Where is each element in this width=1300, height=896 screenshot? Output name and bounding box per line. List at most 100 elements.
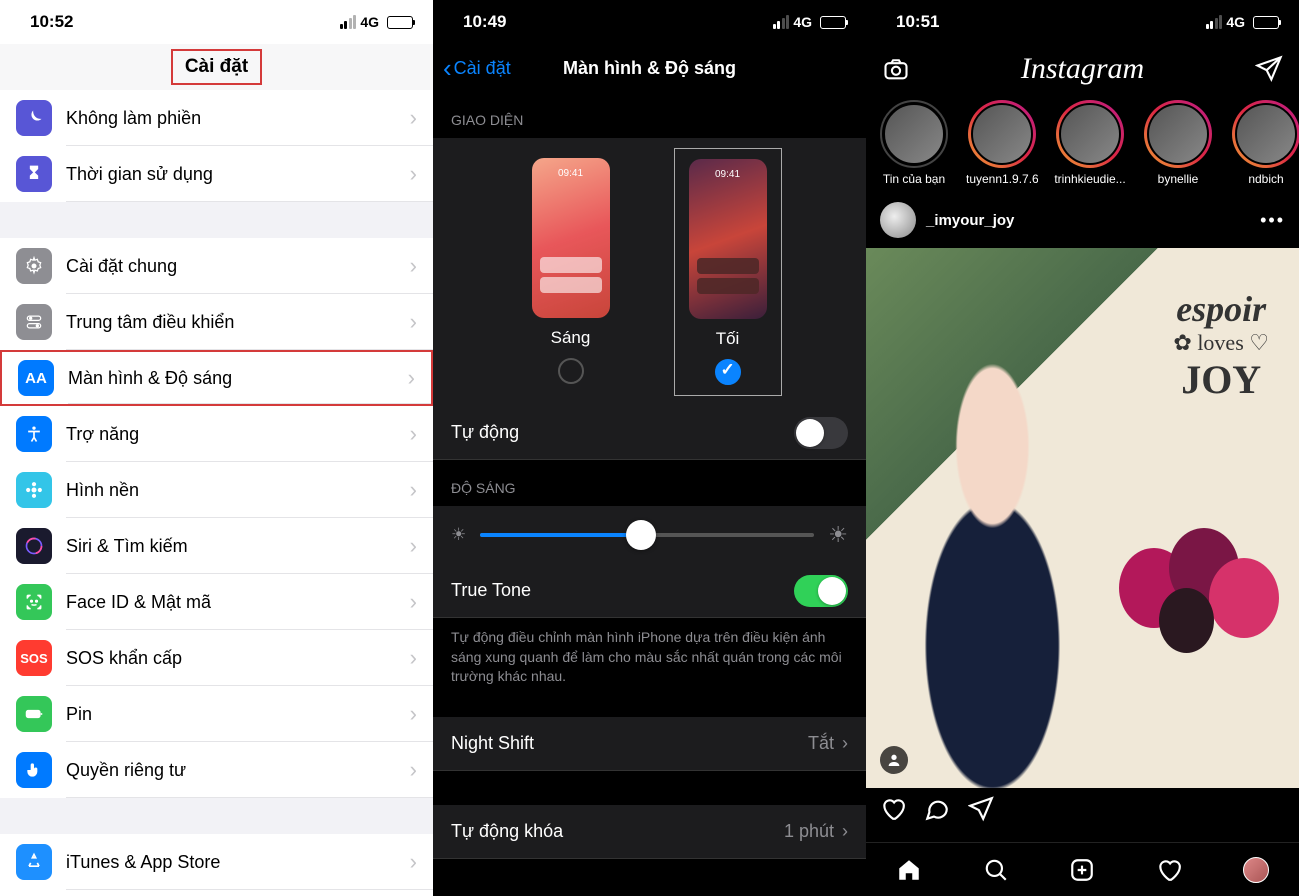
- nightshift-row[interactable]: Night Shift Tắt ›: [433, 717, 866, 771]
- chevron-right-icon: ›: [410, 253, 417, 279]
- story-item[interactable]: bynellie: [1142, 100, 1214, 186]
- network-label: 4G: [1226, 14, 1245, 30]
- aa-icon: AA: [18, 360, 54, 396]
- tab-home[interactable]: [895, 856, 923, 884]
- row-label: SOS khẩn cấp: [66, 648, 410, 669]
- battery-icon: [820, 16, 846, 29]
- story-avatar: [883, 103, 945, 165]
- post-image[interactable]: espoir ✿ loves ♡ JOY: [866, 248, 1299, 788]
- appearance-light-option[interactable]: 09:41 Sáng: [518, 148, 624, 396]
- settings-group-2: Cài đặt chung›Trung tâm điều khiển›AAMàn…: [0, 238, 433, 798]
- dark-radio[interactable]: [715, 359, 741, 385]
- row-label: Thời gian sử dụng: [66, 164, 410, 185]
- post-more-button[interactable]: •••: [1260, 210, 1285, 231]
- chevron-right-icon: ›: [410, 309, 417, 335]
- automatic-toggle[interactable]: [794, 417, 848, 449]
- chevron-right-icon: ›: [410, 701, 417, 727]
- settings-row-appstore[interactable]: iTunes & App Store›: [0, 834, 433, 890]
- share-icon[interactable]: [968, 796, 994, 822]
- settings-row-gear[interactable]: Cài đặt chung›: [0, 238, 433, 294]
- stories-tray[interactable]: Tin của bạn tuyenn1.9.7.6trinhkieudie...b…: [866, 94, 1299, 192]
- truetone-description: Tự động điều chỉnh màn hình iPhone dựa t…: [433, 618, 866, 697]
- back-button[interactable]: ‹ Cài đặt: [443, 53, 511, 84]
- row-label: Cài đặt chung: [66, 256, 410, 277]
- like-icon[interactable]: [880, 796, 906, 822]
- chevron-right-icon: ›: [410, 161, 417, 187]
- automatic-label: Tự động: [451, 422, 519, 443]
- settings-row-aa[interactable]: AAMàn hình & Độ sáng›: [0, 350, 433, 406]
- autolock-row[interactable]: Tự động khóa 1 phút ›: [433, 805, 866, 859]
- chevron-right-icon: ›: [842, 733, 848, 754]
- send-icon[interactable]: [1255, 55, 1283, 83]
- camera-icon[interactable]: [882, 55, 910, 83]
- row-label: Không làm phiền: [66, 108, 410, 129]
- story-item[interactable]: tuyenn1.9.7.6: [966, 100, 1038, 186]
- story-item[interactable]: trinhkieudie...: [1054, 100, 1126, 186]
- status-right: 4G: [1206, 14, 1279, 30]
- story-ring: [1056, 100, 1124, 168]
- appearance-picker: 09:41 Sáng 09:41 Tối: [433, 138, 866, 406]
- settings-row-siri[interactable]: Siri & Tìm kiếm›: [0, 518, 433, 574]
- settings-row-switches[interactable]: Trung tâm điều khiển›: [0, 294, 433, 350]
- status-right: 4G: [340, 14, 413, 30]
- settings-row-sos[interactable]: SOSSOS khẩn cấp›: [0, 630, 433, 686]
- row-label: Trợ năng: [66, 424, 410, 445]
- settings-row-accessibility[interactable]: Trợ năng›: [0, 406, 433, 462]
- group-gap: [0, 798, 433, 834]
- instagram-screen: 10:51 4G Instagram Tin của bạntuyenn1.9.…: [866, 0, 1299, 896]
- story-item[interactable]: Tin của bạn: [878, 100, 950, 186]
- post-username[interactable]: _imyour_joy: [926, 212, 1250, 229]
- light-preview: 09:41: [532, 158, 610, 318]
- post-actions: [866, 788, 1299, 826]
- settings-row-face[interactable]: Face ID & Mật mã›: [0, 574, 433, 630]
- chevron-right-icon: ›: [410, 757, 417, 783]
- story-item[interactable]: ndbich: [1230, 100, 1299, 186]
- nightshift-label: Night Shift: [451, 733, 534, 754]
- balloons-graphic: [1119, 488, 1279, 668]
- network-label: 4G: [360, 14, 379, 30]
- story-avatar: [1059, 103, 1121, 165]
- battery-icon: [387, 16, 413, 29]
- tab-activity[interactable]: [1155, 856, 1183, 884]
- row-label: Màn hình & Độ sáng: [68, 368, 408, 389]
- row-label: Hình nền: [66, 480, 410, 501]
- post-avatar[interactable]: [880, 202, 916, 238]
- row-label: Face ID & Mật mã: [66, 592, 410, 613]
- brightness-slider[interactable]: [480, 533, 814, 537]
- profile-avatar-icon: [1243, 857, 1269, 883]
- battery-icon: [1253, 16, 1279, 29]
- appstore-icon: [16, 844, 52, 880]
- accessibility-icon: [16, 416, 52, 452]
- tab-profile[interactable]: [1242, 856, 1270, 884]
- truetone-toggle[interactable]: [794, 575, 848, 607]
- chevron-right-icon: ›: [410, 589, 417, 615]
- story-avatar: [971, 103, 1033, 165]
- comment-icon[interactable]: [924, 796, 950, 822]
- settings-row-hand[interactable]: Quyền riêng tư›: [0, 742, 433, 798]
- truetone-row[interactable]: True Tone: [433, 564, 866, 618]
- tagged-people-icon[interactable]: [880, 746, 908, 774]
- sun-small-icon: ☀︎: [451, 525, 466, 545]
- gear-icon: [16, 248, 52, 284]
- settings-row-moon[interactable]: Không làm phiền›: [0, 90, 433, 146]
- tab-search[interactable]: [982, 856, 1010, 884]
- settings-row-flower[interactable]: Hình nền›: [0, 462, 433, 518]
- light-label: Sáng: [532, 328, 610, 348]
- network-label: 4G: [793, 14, 812, 30]
- sun-large-icon: ☀︎: [828, 522, 848, 548]
- status-time: 10:52: [30, 12, 73, 32]
- automatic-row[interactable]: Tự động: [433, 406, 866, 460]
- tab-new-post[interactable]: [1068, 856, 1096, 884]
- instagram-header: Instagram: [866, 44, 1299, 94]
- settings-screen: 10:52 4G Cài đặt Không làm phiền›Thời gi…: [0, 0, 433, 896]
- instagram-logo: Instagram: [1021, 52, 1144, 86]
- settings-group-1: Không làm phiền›Thời gian sử dụng›: [0, 90, 433, 202]
- story-username: Tin của bạn: [878, 172, 950, 186]
- settings-row-hourglass[interactable]: Thời gian sử dụng›: [0, 146, 433, 202]
- story-avatar: [1235, 103, 1297, 165]
- appearance-dark-option[interactable]: 09:41 Tối: [674, 148, 782, 396]
- story-ring: [1144, 100, 1212, 168]
- light-radio[interactable]: [558, 358, 584, 384]
- display-brightness-screen: 10:49 4G ‹ Cài đặt Màn hình & Độ sáng GI…: [433, 0, 866, 896]
- settings-row-battery[interactable]: Pin›: [0, 686, 433, 742]
